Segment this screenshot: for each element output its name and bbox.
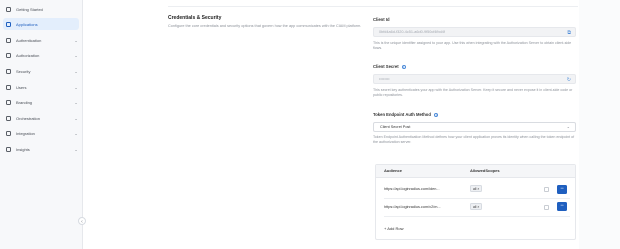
scope-tag[interactable]: all × (470, 203, 483, 210)
shield-icon (6, 68, 11, 74)
section-title: Credentials & Security (168, 15, 222, 21)
sidebar-item-orchestration[interactable]: Orchestration ⌄ (3, 112, 79, 124)
close-icon[interactable]: × (477, 187, 479, 191)
row-divider (384, 216, 570, 217)
refresh-icon[interactable]: ↻ (567, 76, 571, 84)
info-icon[interactable]: i (401, 64, 407, 70)
sidebar-collapse-button[interactable]: ‹ (78, 217, 86, 225)
token-auth-label: Token Endpoint Auth Method i (373, 112, 439, 118)
column-header-audience: Audience (384, 168, 403, 173)
flow-icon (6, 115, 11, 121)
client-id-field[interactable]: 0bfd4a6d-f320-4c51-a6d0-9f50cf4fbd4f ⧉ (373, 27, 576, 37)
chevron-down-icon: ⌄ (74, 68, 78, 74)
sidebar-item-authorization[interactable]: Authorization ⌄ (3, 49, 79, 61)
scope-tag[interactable]: all × (470, 185, 483, 192)
home-icon (6, 6, 11, 12)
audience-value[interactable]: https://api.loginradius.com/iden... (384, 187, 440, 191)
sidebar-item-getting-started[interactable]: Getting Started (3, 3, 79, 15)
user-icon (6, 84, 11, 90)
plug-icon (6, 130, 11, 136)
grid-icon (6, 21, 11, 27)
audience-table: Audience AllowedScopes https://api.login… (375, 164, 576, 240)
sidebar: Getting Started Applications Authenticat… (0, 0, 83, 249)
row-checkbox[interactable] (544, 205, 549, 210)
close-icon[interactable]: × (477, 205, 479, 209)
sidebar-item-branding[interactable]: Branding ⌄ (3, 96, 79, 108)
sidebar-item-authentication[interactable]: Authentication ⌄ (3, 34, 79, 46)
brush-icon (6, 99, 11, 105)
client-secret-label: Client Secret i (373, 64, 407, 70)
chart-icon (6, 146, 11, 152)
chevron-down-icon: ⌄ (74, 130, 78, 136)
key-icon (6, 37, 11, 43)
client-id-label: Client Id (373, 17, 390, 22)
chevron-down-icon: ⌄ (566, 124, 570, 129)
sidebar-item-integration[interactable]: Integration ⌄ (3, 127, 79, 139)
token-auth-select[interactable]: Client Secret Post ⌄ (373, 122, 576, 132)
client-secret-help: This secret key authenticates your app w… (373, 88, 573, 98)
table-header: Audience AllowedScopes (376, 165, 575, 178)
sidebar-item-applications[interactable]: Applications (3, 18, 79, 30)
chevron-down-icon: ⌄ (74, 52, 78, 58)
sidebar-item-users[interactable]: Users ⌄ (3, 81, 79, 93)
chevron-down-icon: ⌄ (74, 84, 78, 90)
column-header-allowed-scopes: AllowedScopes (470, 168, 500, 173)
client-secret-field[interactable]: •••••••• ↻ (373, 74, 576, 84)
copy-icon[interactable]: ⧉ (567, 29, 571, 37)
sidebar-item-insights[interactable]: Insights ⌄ (3, 143, 79, 155)
sidebar-item-security[interactable]: Security ⌄ (3, 65, 79, 77)
section-divider (168, 6, 578, 7)
chevron-down-icon: ⌄ (74, 146, 78, 152)
info-icon[interactable]: i (433, 112, 439, 118)
remove-row-button[interactable]: − (557, 202, 567, 211)
lock-icon (6, 52, 11, 58)
row-checkbox[interactable] (544, 187, 549, 192)
chevron-down-icon: ⌄ (74, 37, 78, 43)
remove-row-button[interactable]: − (557, 185, 567, 194)
token-auth-help: Token Endpoint Authentication Method def… (373, 135, 575, 145)
audience-value[interactable]: https://api.loginradius.com/v2/m... (384, 205, 441, 209)
chevron-left-icon: ‹ (81, 219, 83, 225)
chevron-down-icon: ⌄ (74, 99, 78, 105)
row-divider (384, 198, 570, 199)
client-id-help: This is the unique identifier assigned t… (373, 41, 572, 51)
chevron-down-icon: ⌄ (74, 115, 78, 121)
section-description: Configure the core credentials and secur… (168, 24, 362, 28)
add-row-button[interactable]: + Add Row (384, 226, 403, 231)
